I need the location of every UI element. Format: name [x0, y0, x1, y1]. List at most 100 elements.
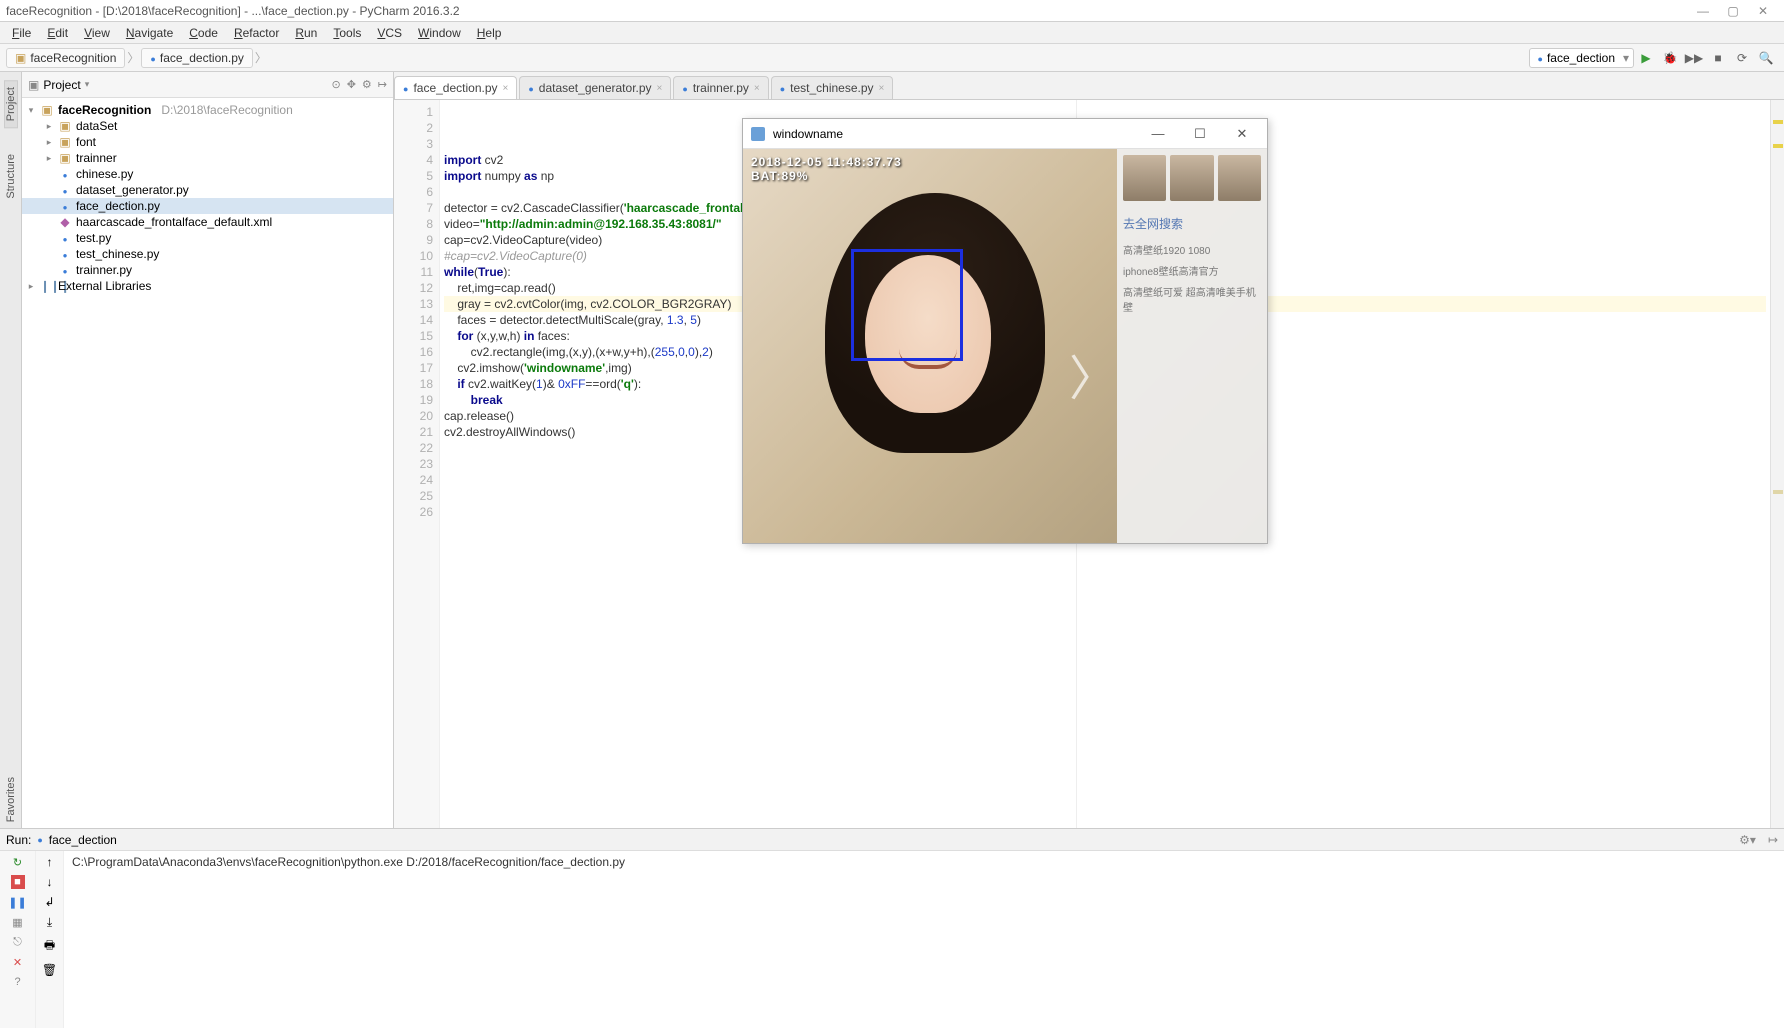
breadcrumb: ▣ faceRecognition 〉 face_dection.py 〉 [6, 48, 267, 68]
search-all-link[interactable]: 去全网搜索 [1123, 215, 1261, 232]
close-icon[interactable]: ✕ [1748, 4, 1778, 18]
menu-window[interactable]: Window [410, 24, 469, 42]
tool-tab-project[interactable]: Project [4, 80, 18, 128]
opencv-window: windowname — ☐ ✕ 2018-12-05 11:48:37.73 … [742, 118, 1268, 544]
maximize-icon[interactable]: ▢ [1718, 4, 1748, 18]
tool-tab-favorites[interactable]: Favorites [5, 771, 17, 828]
menu-tools[interactable]: Tools [325, 24, 369, 42]
editor-tab-test-chinese-py[interactable]: test_chinese.py× [771, 76, 894, 99]
stop-button[interactable]: ■ [1709, 49, 1727, 67]
stop-run-button[interactable]: ■ [11, 875, 25, 889]
tree-item-chinese-py[interactable]: chinese.py [22, 166, 393, 182]
tool-tab-structure[interactable]: Structure [5, 148, 17, 205]
menu-run[interactable]: Run [287, 24, 325, 42]
chevron-right-icon: 〉 [127, 49, 139, 66]
soft-wrap-button[interactable]: ↲ [44, 895, 54, 909]
tree-external-libraries[interactable]: ▸ ❙❙❙ External Libraries [22, 278, 393, 294]
next-arrow-icon[interactable]: 〉 [1069, 339, 1117, 409]
menu-help[interactable]: Help [469, 24, 510, 42]
close-tab-icon[interactable]: × [503, 83, 509, 94]
tree-item-trainner-py[interactable]: trainner.py [22, 262, 393, 278]
help-button[interactable]: ? [11, 975, 25, 989]
menu-code[interactable]: Code [181, 24, 226, 42]
maximize-icon[interactable]: ☐ [1183, 126, 1217, 142]
minimize-icon[interactable]: — [1688, 4, 1718, 18]
opencv-icon [751, 127, 765, 141]
scroll-end-button[interactable]: ⤓ [47, 915, 52, 930]
gear-icon[interactable]: ⚙▾ [1739, 833, 1756, 847]
tree-root[interactable]: ▾ ▣ faceRecognition D:\2018\faceRecognit… [22, 102, 393, 118]
down-stack-button[interactable]: ↓ [47, 875, 53, 889]
warning-marker[interactable] [1773, 144, 1783, 148]
tree-item-trainner[interactable]: ▸▣trainner [22, 150, 393, 166]
menu-vcs[interactable]: VCS [369, 24, 410, 42]
python-icon [403, 81, 408, 95]
tree-item-test-chinese-py[interactable]: test_chinese.py [22, 246, 393, 262]
tree-item-label: test_chinese.py [76, 247, 159, 261]
tree-root-name: faceRecognition [58, 103, 151, 117]
dump-threads-button[interactable]: ▦ [11, 915, 25, 929]
rerun-button[interactable]: ↻ [11, 855, 25, 869]
update-running-button[interactable]: ⟳ [1733, 49, 1751, 67]
side-text-line: 高清壁纸1920 1080 [1123, 242, 1261, 257]
editor-tab-row: face_dection.py×dataset_generator.py×tra… [394, 72, 1784, 100]
close-icon[interactable]: ✕ [1225, 126, 1259, 142]
hide-icon[interactable]: ↦ [378, 78, 387, 91]
close-run-button[interactable]: ✕ [11, 955, 25, 969]
locate-icon[interactable]: ✥ [347, 78, 356, 91]
close-tab-icon[interactable]: × [657, 83, 663, 94]
run-button[interactable]: ▶ [1637, 49, 1655, 67]
tree-item-haarcascade-frontalface-default-xml[interactable]: ◆haarcascade_frontalface_default.xml [22, 214, 393, 230]
run-config-dropdown[interactable]: face_dection [1529, 48, 1635, 68]
opencv-titlebar[interactable]: windowname — ☐ ✕ [743, 119, 1267, 149]
menu-view[interactable]: View [76, 24, 118, 42]
print-button[interactable]: 🖶 [44, 936, 55, 957]
left-tool-strip: Project Structure Favorites [0, 72, 22, 828]
search-everywhere-button[interactable]: 🔍 [1757, 49, 1775, 67]
breadcrumb-item-file[interactable]: face_dection.py [141, 48, 253, 68]
collapse-icon[interactable]: ⊙ [331, 78, 340, 91]
debug-button[interactable]: 🐞 [1661, 49, 1679, 67]
tree-item-font[interactable]: ▸▣font [22, 134, 393, 150]
run-console[interactable]: C:\ProgramData\Anaconda3\envs\faceRecogn… [64, 851, 1784, 1028]
project-header: ▣ Project ▾ ⊙ ✥ ⚙ ↦ [22, 72, 393, 98]
exit-button[interactable]: ⎋ [11, 935, 25, 949]
breadcrumb-item-project[interactable]: ▣ faceRecognition [6, 48, 125, 68]
tree-item-label: haarcascade_frontalface_default.xml [76, 215, 272, 229]
hide-icon[interactable]: ↦ [1768, 833, 1778, 847]
pause-button[interactable]: ❚❚ [11, 895, 25, 909]
thumbnail[interactable] [1218, 155, 1261, 201]
opencv-image-frame: 2018-12-05 11:48:37.73 BAT:89% 〉 去全网搜索 高… [743, 149, 1267, 543]
thumbnail[interactable] [1170, 155, 1213, 201]
tab-label: trainner.py [693, 81, 749, 95]
close-tab-icon[interactable]: × [879, 83, 885, 94]
tree-item-dataset-generator-py[interactable]: dataset_generator.py [22, 182, 393, 198]
run-header-config: face_dection [49, 833, 117, 847]
thumbnail[interactable] [1123, 155, 1166, 201]
gear-icon[interactable]: ⚙ [362, 78, 372, 91]
tree-item-test-py[interactable]: test.py [22, 230, 393, 246]
menu-navigate[interactable]: Navigate [118, 24, 181, 42]
editor-tab-dataset-generator-py[interactable]: dataset_generator.py× [519, 76, 671, 99]
warning-marker[interactable] [1773, 120, 1783, 124]
breadcrumb-label: faceRecognition [30, 51, 116, 65]
python-icon [780, 81, 785, 95]
tree-item-dataset[interactable]: ▸▣dataSet [22, 118, 393, 134]
up-stack-button[interactable]: ↑ [47, 855, 53, 869]
editor-tab-trainner-py[interactable]: trainner.py × [673, 76, 768, 99]
minimize-icon[interactable]: — [1141, 126, 1175, 141]
run-coverage-button[interactable]: ▶▶ [1685, 49, 1703, 67]
clear-button[interactable]: 🗑 [42, 963, 57, 977]
tree-item-face-dection-py[interactable]: face_dection.py [22, 198, 393, 214]
menu-refactor[interactable]: Refactor [226, 24, 287, 42]
toolbar: ▣ faceRecognition 〉 face_dection.py 〉 fa… [0, 44, 1784, 72]
close-tab-icon[interactable]: × [754, 83, 760, 94]
face-detection-rectangle [851, 249, 963, 361]
side-text-line: iphone8壁纸高清官方 [1123, 263, 1261, 278]
tree-external-label: External Libraries [58, 279, 151, 293]
project-header-label: Project [43, 78, 80, 92]
menu-file[interactable]: File [4, 24, 39, 42]
editor-tab-face-dection-py[interactable]: face_dection.py× [394, 76, 517, 99]
project-pane: ▣ Project ▾ ⊙ ✥ ⚙ ↦ ▾ ▣ faceRecognition … [22, 72, 394, 828]
menu-edit[interactable]: Edit [39, 24, 76, 42]
